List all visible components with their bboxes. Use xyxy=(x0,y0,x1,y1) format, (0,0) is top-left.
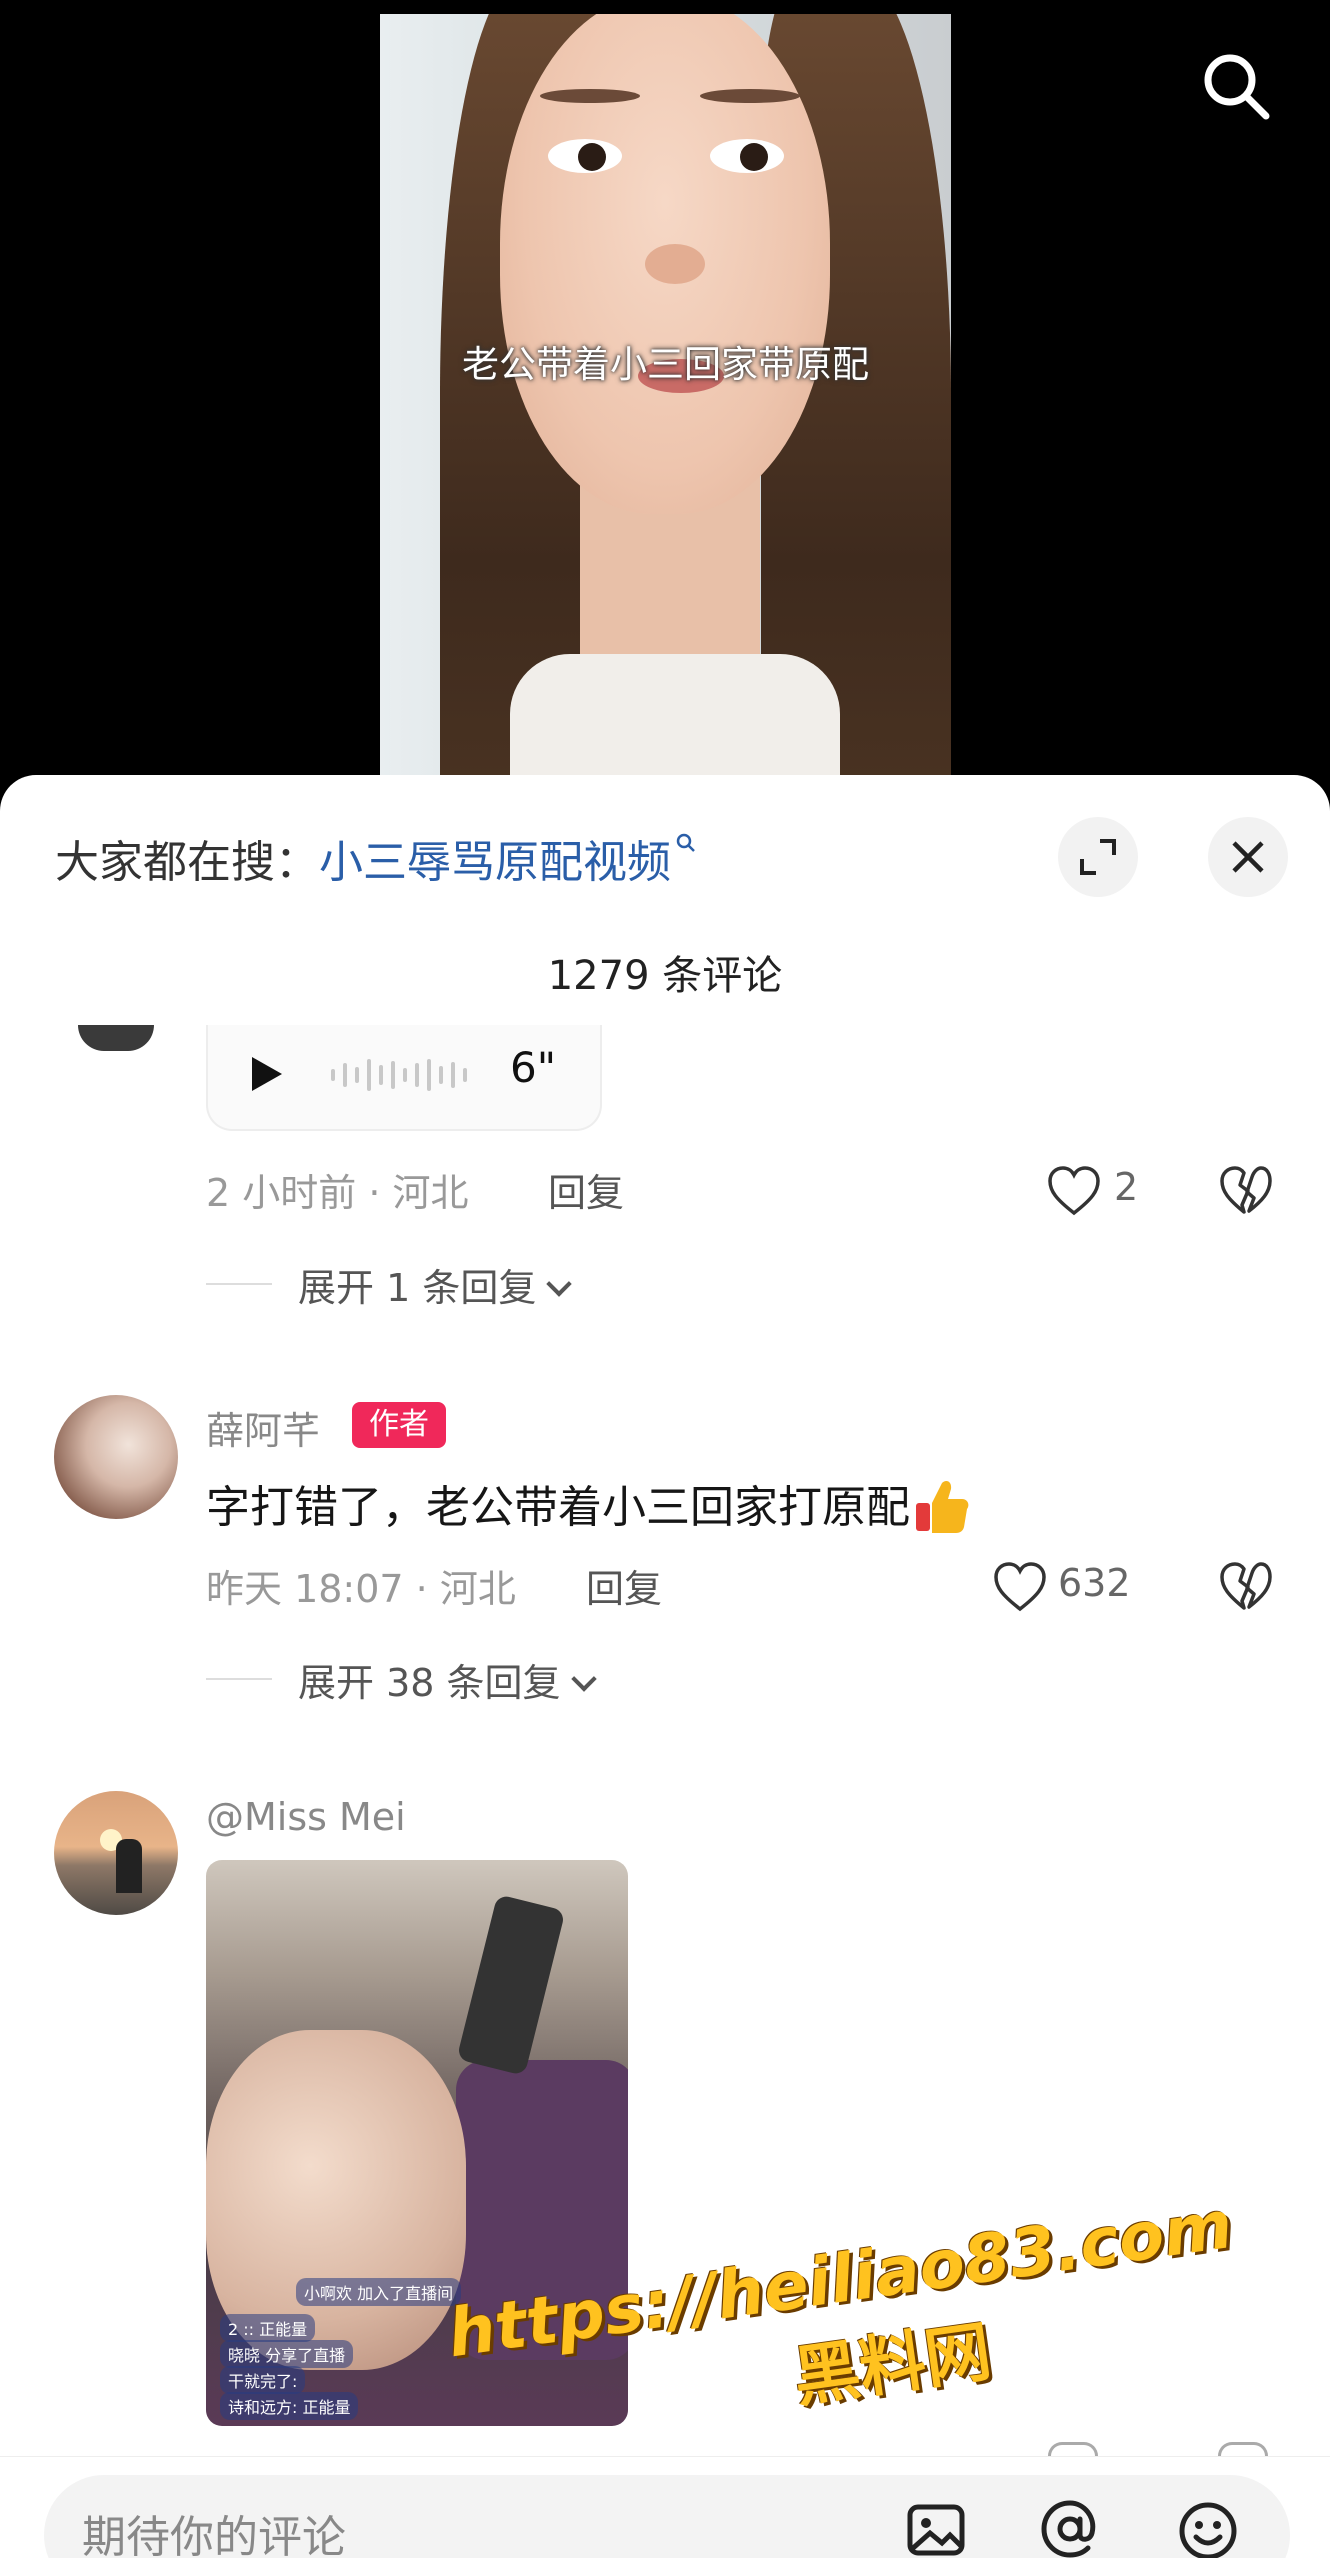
search-icon[interactable] xyxy=(1196,46,1276,126)
divider xyxy=(206,1283,272,1285)
video-frame[interactable]: 老公带着小三回家带原配 xyxy=(380,14,951,776)
media-shape xyxy=(456,2060,628,2360)
like-count: 632 xyxy=(1058,1561,1131,1605)
video-shirt xyxy=(510,654,840,776)
eye-right xyxy=(710,139,784,173)
expand-button[interactable] xyxy=(1058,817,1138,897)
comment-meta: 2 小时前 · 河北 xyxy=(206,1171,469,1215)
heart-icon[interactable] xyxy=(992,1561,1048,1613)
chevron-down-icon xyxy=(570,1666,597,1692)
expand-replies-label: 展开 1 条回复 xyxy=(298,1266,537,1310)
eye-left xyxy=(548,139,622,173)
avatar[interactable] xyxy=(78,1025,154,1051)
live-chat-line: 2 :: 正能量 xyxy=(220,2314,316,2342)
live-chat-line: 诗和远方: 正能量 xyxy=(220,2392,359,2420)
comment-text: 字打错了，老公带着小三回家打原配 xyxy=(206,1471,972,1541)
chevron-down-icon xyxy=(546,1271,573,1297)
comment-meta: 昨天 18:07 · 河北 xyxy=(206,1567,516,1611)
reply-button[interactable]: 回复 xyxy=(548,1162,624,1217)
search-suggestion-keyword[interactable]: 小三辱骂原配视频 xyxy=(319,837,671,888)
voice-duration: 6" xyxy=(510,1043,557,1092)
live-chat-line: 小啊欢 加入了直播间 xyxy=(296,2278,462,2306)
emoji-icon[interactable] xyxy=(1176,2497,1240,2558)
waveform-icon xyxy=(331,1059,467,1091)
like-count: 2 xyxy=(1114,1165,1139,1209)
video-subtitle: 老公带着小三回家带原配 xyxy=(462,343,869,386)
comment-input-bar: 期待你的评论 xyxy=(0,2456,1330,2558)
expand-icon xyxy=(1080,839,1116,875)
expand-replies[interactable]: 展开 38 条回复 xyxy=(298,1652,597,1707)
author-badge: 作者 xyxy=(352,1402,446,1448)
reply-button[interactable]: 回复 xyxy=(586,1558,662,1613)
comment-username[interactable]: 薛阿芊 xyxy=(206,1400,320,1455)
live-chat-line: 晓晓 分享了直播 xyxy=(220,2340,354,2368)
play-icon[interactable] xyxy=(252,1057,282,1091)
divider xyxy=(206,1678,272,1680)
voice-message[interactable]: 6" xyxy=(206,1025,602,1131)
comment-username[interactable]: @Miss Mei xyxy=(206,1795,406,1839)
heart-icon[interactable] xyxy=(1046,1165,1102,1217)
video-player[interactable]: 老公带着小三回家带原配 xyxy=(0,0,1330,790)
brow-left xyxy=(540,89,640,103)
video-face xyxy=(500,14,830,514)
broken-heart-icon xyxy=(1218,2442,1268,2456)
live-chat-line: 干就完了: xyxy=(220,2366,306,2394)
mini-search-icon xyxy=(676,833,695,852)
broken-heart-icon[interactable] xyxy=(1218,1561,1274,1613)
image-icon[interactable] xyxy=(904,2497,968,2558)
search-suggestion-prefix: 大家都在搜： xyxy=(55,837,319,888)
brow-right xyxy=(700,89,800,103)
comment-sheet: 大家都在搜：小三辱骂原配视频 1279 条评论 6" 2 小时前 · 河北 回复… xyxy=(0,775,1330,2558)
comment-count: 1279 条评论 xyxy=(547,953,783,999)
avatar-figure xyxy=(116,1839,142,1893)
comment-image[interactable]: 小啊欢 加入了直播间 2 :: 正能量 晓晓 分享了直播 干就完了: 诗和远方:… xyxy=(206,1860,628,2426)
at-icon[interactable] xyxy=(1038,2497,1102,2558)
nose xyxy=(645,244,705,284)
media-phone xyxy=(456,1894,566,2076)
thumbs-up-icon xyxy=(916,1481,969,1533)
comment-text-content: 字打错了，老公带着小三回家打原配 xyxy=(206,1482,910,1533)
broken-heart-icon[interactable] xyxy=(1218,1165,1274,1217)
comment-input-placeholder[interactable]: 期待你的评论 xyxy=(82,2501,346,2558)
avatar[interactable] xyxy=(54,1791,178,1915)
avatar[interactable] xyxy=(54,1395,178,1519)
heart-icon xyxy=(1048,2442,1098,2456)
close-button[interactable] xyxy=(1208,817,1288,897)
expand-replies[interactable]: 展开 1 条回复 xyxy=(298,1257,573,1312)
close-icon xyxy=(1232,841,1264,873)
expand-replies-label: 展开 38 条回复 xyxy=(298,1661,561,1705)
search-suggestion[interactable]: 大家都在搜：小三辱骂原配视频 xyxy=(55,826,697,890)
